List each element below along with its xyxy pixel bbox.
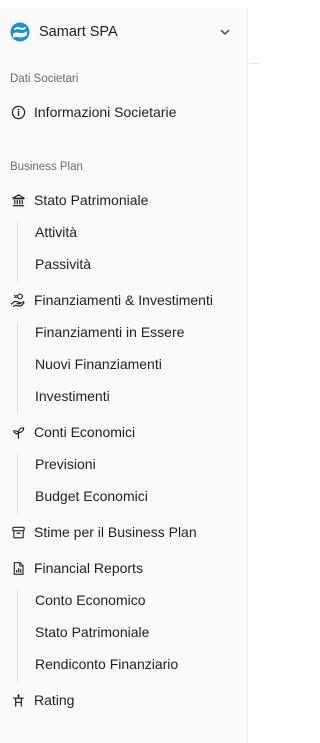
hand-coins-icon [10, 292, 26, 308]
main-content-edge [249, 0, 260, 743]
sidebar: Samart SPA Dati Societari Informazioni S… [0, 8, 248, 743]
tree-line [17, 322, 18, 414]
sidebar-item-label: Rating [34, 692, 75, 708]
sidebar-item-label: Stato Patrimoniale [34, 192, 149, 208]
sidebar-item-rating[interactable]: Rating [8, 686, 240, 714]
sidebar-item-label: Finanziamenti & Investimenti [34, 292, 213, 308]
file-chart-icon [10, 560, 26, 576]
sidebar-item-informazioni-societarie[interactable]: Informazioni Societarie [8, 98, 240, 126]
podium-icon [10, 692, 26, 708]
sidebar-subitem-conto-economico[interactable]: Conto Economico [35, 586, 240, 614]
section-label-business-plan: Business Plan [10, 161, 83, 173]
tree-line [17, 222, 18, 282]
main-content-divider [249, 63, 260, 64]
sidebar-item-label: Financial Reports [34, 560, 143, 576]
sidebar-item-label: Stime per il Business Plan [34, 524, 197, 540]
sidebar-subitem-budget-economici[interactable]: Budget Economici [35, 482, 240, 510]
company-logo-icon [10, 22, 30, 42]
sprout-icon [10, 424, 26, 440]
sidebar-subitem-investimenti[interactable]: Investimenti [35, 382, 240, 410]
sidebar-subitem-stato-patrimoniale-report[interactable]: Stato Patrimoniale [35, 618, 240, 646]
sidebar-item-conti-economici[interactable]: Conti Economici [8, 418, 240, 446]
archive-icon [10, 524, 26, 540]
section-label-dati-societari: Dati Societari [10, 73, 79, 85]
tree-line [17, 454, 18, 514]
sidebar-item-financial-reports[interactable]: Financial Reports [8, 554, 240, 582]
sidebar-subitem-nuovi-finanziamenti[interactable]: Nuovi Finanziamenti [35, 350, 240, 378]
company-switcher[interactable]: Samart SPA [0, 8, 248, 56]
sidebar-subitem-attivita[interactable]: Attività [35, 218, 240, 246]
bank-icon [10, 192, 26, 208]
info-icon [10, 104, 26, 120]
company-name: Samart SPA [39, 24, 118, 40]
sidebar-subitem-passivita[interactable]: Passività [35, 250, 240, 278]
tree-line [17, 590, 18, 682]
sidebar-subitem-finanziamenti-in-essere[interactable]: Finanziamenti in Essere [35, 318, 240, 346]
sidebar-item-finanziamenti-investimenti[interactable]: Finanziamenti & Investimenti [8, 286, 240, 314]
sidebar-item-stime-business-plan[interactable]: Stime per il Business Plan [8, 518, 240, 546]
sidebar-subitem-previsioni[interactable]: Previsioni [35, 450, 240, 478]
chevron-down-icon[interactable] [218, 25, 232, 39]
sidebar-subitem-rendiconto-finanziario[interactable]: Rendiconto Finanziario [35, 650, 240, 678]
sidebar-item-stato-patrimoniale[interactable]: Stato Patrimoniale [8, 186, 240, 214]
sidebar-item-label: Informazioni Societarie [34, 104, 177, 120]
sidebar-item-label: Conti Economici [34, 424, 136, 440]
